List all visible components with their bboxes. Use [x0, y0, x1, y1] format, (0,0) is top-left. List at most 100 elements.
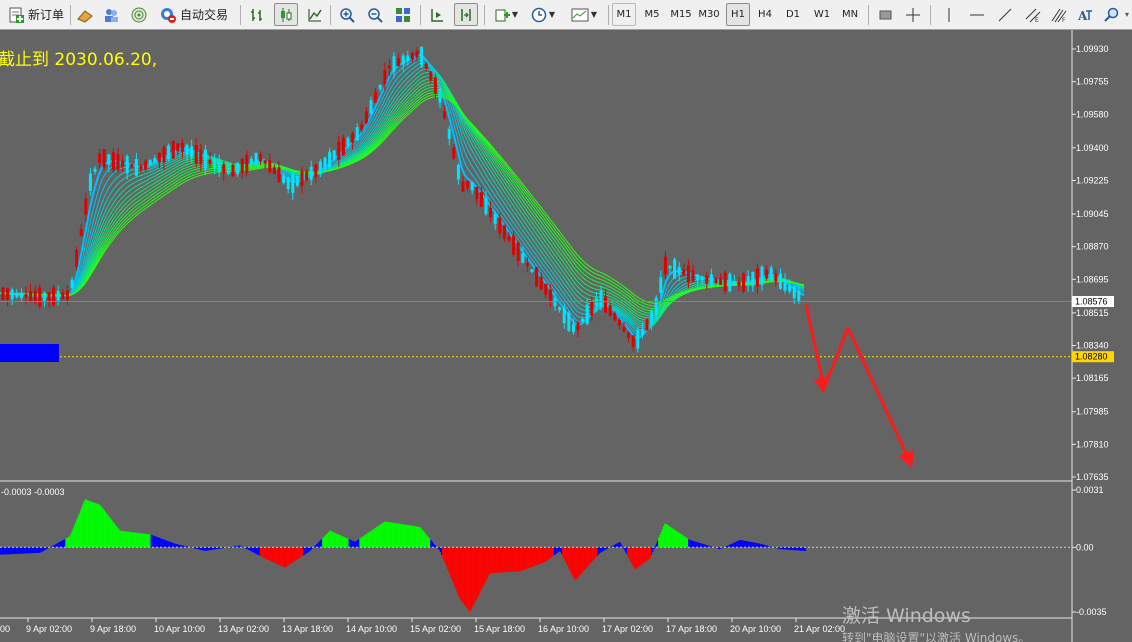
toolbar-overflow[interactable]: ▾	[1122, 3, 1132, 26]
timeframe-m5[interactable]: M5	[640, 3, 664, 26]
vertical-line-icon[interactable]	[938, 3, 960, 26]
price-label: 1.09045	[1076, 209, 1109, 219]
candle-body	[663, 256, 667, 275]
candle-body	[190, 146, 194, 158]
timeframe-h1[interactable]: H1	[726, 3, 750, 26]
crosshair-icon[interactable]	[902, 3, 924, 26]
timeframe-mn[interactable]: MN	[838, 3, 862, 26]
candle-body	[116, 154, 120, 171]
candle-body	[254, 152, 258, 166]
chart-shift-icon[interactable]	[454, 3, 478, 26]
bar-chart-icon[interactable]	[246, 3, 268, 26]
candle-body	[443, 111, 447, 119]
candle-body	[484, 197, 488, 215]
candle-body	[236, 162, 240, 175]
toolbar-separator	[330, 5, 331, 25]
chart-area[interactable]: 截止到 2030.06.20, -0.0003 -0.0003 1.09930 1…	[0, 30, 1132, 642]
cursor-icon[interactable]	[874, 3, 896, 26]
candle-body	[10, 289, 14, 300]
horizontal-line-icon[interactable]	[966, 3, 988, 26]
zoom-out-icon[interactable]	[364, 3, 386, 26]
candle-body	[98, 153, 102, 163]
template-icon	[571, 7, 589, 23]
folder-icon[interactable]	[74, 3, 96, 26]
timeframe-d1[interactable]: D1	[782, 3, 804, 26]
level-price-tag-label: 1.08280	[1075, 352, 1108, 362]
indicators-dropdown[interactable]: ▼	[490, 3, 522, 26]
price-label: 1.09580	[1076, 109, 1109, 119]
chevron-down-icon: ▼	[548, 10, 556, 19]
candle-body	[401, 55, 405, 65]
time-label: 15 Apr 18:00	[474, 624, 525, 634]
indicators-icon	[494, 7, 510, 23]
candle-body	[295, 176, 299, 186]
fibonacci-icon[interactable]: F	[1048, 3, 1070, 26]
candle-body	[79, 229, 83, 236]
price-label: 1.07635	[1076, 472, 1109, 482]
annotation-text: 截止到 2030.06.20,	[0, 50, 157, 70]
candlestick-chart-icon[interactable]	[274, 3, 298, 26]
candle-body	[318, 161, 322, 175]
chevron-down-icon: ▼	[511, 10, 519, 19]
people-icon[interactable]	[100, 3, 122, 26]
line-chart-icon[interactable]	[304, 3, 326, 26]
candle-body	[516, 242, 520, 261]
search-icon[interactable]	[1100, 3, 1122, 26]
scroll-chart-icon[interactable]	[426, 3, 448, 26]
candle-body	[539, 276, 543, 290]
candle-body	[732, 281, 736, 286]
trend-line-icon[interactable]	[994, 3, 1016, 26]
zoom-in-icon[interactable]	[336, 3, 358, 26]
indicator-label: -0.0035	[1076, 607, 1107, 617]
candle-body	[420, 46, 424, 66]
candle-body	[231, 164, 235, 177]
candle-body	[42, 292, 46, 301]
candle-body	[208, 159, 212, 164]
auto-trade-button[interactable]: 自动交易	[156, 3, 232, 26]
candle-body	[305, 171, 309, 181]
toolbar-separator	[240, 5, 241, 25]
candle-body	[157, 152, 161, 163]
candle-body	[107, 154, 111, 165]
candle-body	[15, 292, 19, 297]
candle-body	[424, 63, 428, 69]
text-label-icon[interactable]: A	[1074, 3, 1096, 26]
candle-body	[6, 288, 10, 300]
candle-body	[144, 160, 148, 170]
tile-windows-icon[interactable]	[392, 3, 414, 26]
time-label: 16 Apr 10:00	[538, 624, 589, 634]
channel-icon[interactable]: E	[1022, 3, 1044, 26]
candle-body	[622, 326, 626, 332]
time-label: 21 Apr 02:00	[794, 624, 845, 634]
price-label: 1.09225	[1076, 175, 1109, 185]
candle-body	[608, 305, 612, 316]
periodicity-dropdown[interactable]: ▼	[526, 3, 560, 26]
candle-body	[576, 323, 580, 331]
candle-body	[194, 144, 198, 164]
timeframe-m1[interactable]: M1	[612, 3, 636, 26]
candle-body	[153, 157, 157, 163]
candle-body	[544, 284, 548, 295]
timeframe-m30[interactable]: M30	[696, 3, 722, 26]
new-order-label: 新订单	[28, 8, 65, 22]
indicator-label: 0.00	[1076, 542, 1094, 552]
candle-body	[19, 292, 23, 299]
candle-body	[38, 287, 42, 307]
timeframe-m15[interactable]: M15	[668, 3, 694, 26]
candle-body	[291, 174, 295, 193]
blue-zone-box[interactable]	[0, 344, 59, 362]
timeframe-h4[interactable]: H4	[754, 3, 776, 26]
candle-body	[75, 249, 79, 267]
candle-body	[590, 300, 594, 316]
templates-dropdown[interactable]: ▼	[566, 3, 602, 26]
candle-body	[84, 198, 88, 215]
signal-icon[interactable]	[128, 3, 150, 26]
timeframe-w1[interactable]: W1	[810, 3, 834, 26]
candle-body	[452, 147, 456, 159]
toolbar-separator	[420, 5, 421, 25]
candle-body	[631, 335, 635, 347]
candle-body	[604, 296, 608, 313]
toolbar-separator	[484, 5, 485, 25]
new-order-button[interactable]: 新订单	[4, 3, 68, 26]
candle-body	[171, 140, 175, 159]
